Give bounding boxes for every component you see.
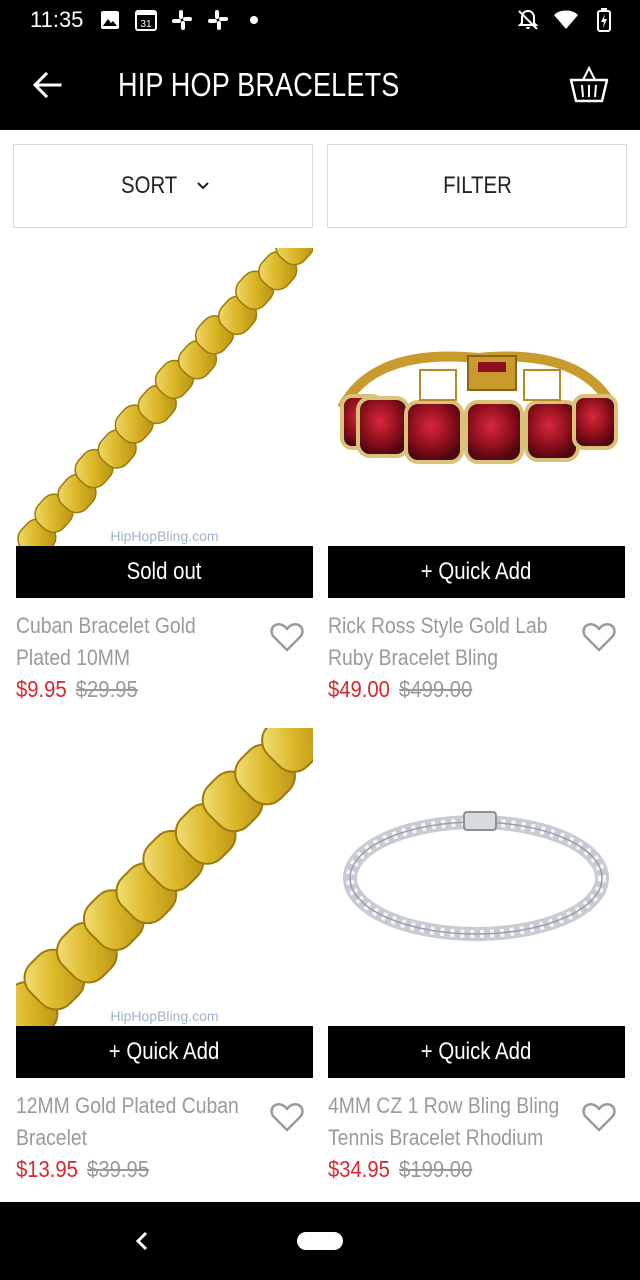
sort-filter-toolbar: SORT FILTER [13,144,627,228]
product-card: HipHopBling.com + Quick Add 12MM Gold Pl… [16,728,313,1208]
card-button-label: + Quick Add [421,558,532,585]
product-name[interactable]: Rick Ross Style Gold Lab Ruby Bracelet B… [328,610,566,674]
price-row: $13.95 $39.95 [16,1156,149,1183]
ruby-bracelet-image [337,351,618,464]
price-row: $9.95 $29.95 [16,676,138,703]
calendar-day: 31 [140,19,152,30]
card-button-label: + Quick Add [421,1038,532,1065]
page-title: HIP HOP BRACELETS [118,66,400,103]
card-button-label: Sold out [127,558,202,585]
product-image[interactable]: HipHopBling.com [16,248,313,546]
heart-outline-icon [582,623,616,652]
filter-label: FILTER [442,172,512,199]
sale-price: $34.95 [328,1156,390,1182]
quick-add-button[interactable]: + Quick Add [328,546,625,598]
quick-add-button[interactable]: + Quick Add [16,1026,313,1078]
battery-charging-icon [592,8,616,32]
image-icon [98,8,122,32]
arrow-left-icon [32,71,62,99]
sale-price: $9.95 [16,676,67,702]
card-button-label: + Quick Add [109,1038,220,1065]
original-price: $499.00 [399,676,473,702]
sort-label: SORT [120,172,178,199]
cart-button[interactable] [566,62,612,108]
original-price: $29.95 [75,676,138,702]
original-price: $39.95 [87,1156,149,1182]
heart-outline-icon [270,1103,304,1132]
wifi-icon [554,8,578,32]
slack-icon [206,8,230,32]
sort-button[interactable]: SORT [13,144,313,228]
product-image[interactable] [328,728,625,1026]
original-price: $199.00 [399,1156,473,1182]
product-image[interactable]: HipHopBling.com [16,728,313,1026]
tennis-bracelet-image [343,811,609,941]
product-name[interactable]: 4MM CZ 1 Row Bling Bling Tennis Bracelet… [328,1090,566,1154]
chevron-down-icon [197,182,209,190]
dot-icon [242,8,266,32]
calendar-icon: 31 [134,8,158,32]
notification-icons: 31 [98,8,266,32]
sale-price: $49.00 [328,676,390,702]
product-image[interactable] [328,248,625,546]
notifications-off-icon [516,8,540,32]
image-watermark: HipHopBling.com [110,528,219,544]
product-card: + Quick Add 4MM CZ 1 Row Bling Bling Ten… [328,728,625,1208]
price-row: $49.00 $499.00 [328,676,472,703]
favorite-button[interactable] [269,1100,305,1134]
basket-icon [569,65,609,103]
product-grid: HipHopBling.com Sold out Cuban Bracelet … [16,248,626,1208]
product-card: HipHopBling.com Sold out Cuban Bracelet … [16,248,313,728]
image-watermark: HipHopBling.com [110,1008,219,1024]
favorite-button[interactable] [581,1100,617,1134]
status-bar: 11:35 31 [0,0,640,40]
chevron-left-icon [135,1231,148,1251]
product-card: + Quick Add Rick Ross Style Gold Lab Rub… [328,248,625,728]
filter-button[interactable]: FILTER [327,144,627,228]
system-icons [516,8,616,32]
nav-back-button[interactable] [128,1226,156,1256]
gold-cuban-chain-image [17,248,313,546]
slack-icon [170,8,194,32]
favorite-button[interactable] [581,620,617,654]
system-nav-bar [0,1202,640,1280]
favorite-button[interactable] [269,620,305,654]
gold-cuban-chain-image [16,728,313,1026]
product-name[interactable]: 12MM Gold Plated Cuban Bracelet [16,1090,254,1154]
status-time: 11:35 [30,7,84,32]
sold-out-button[interactable]: Sold out [16,546,313,598]
heart-outline-icon [582,1103,616,1132]
nav-home-pill[interactable] [297,1232,343,1250]
back-button[interactable] [26,64,68,106]
sale-price: $13.95 [16,1156,78,1182]
price-row: $34.95 $199.00 [328,1156,472,1183]
heart-outline-icon [270,623,304,652]
quick-add-button[interactable]: + Quick Add [328,1026,625,1078]
product-name[interactable]: Cuban Bracelet Gold Plated 10MM [16,610,254,674]
app-bar: HIP HOP BRACELETS [0,40,640,130]
